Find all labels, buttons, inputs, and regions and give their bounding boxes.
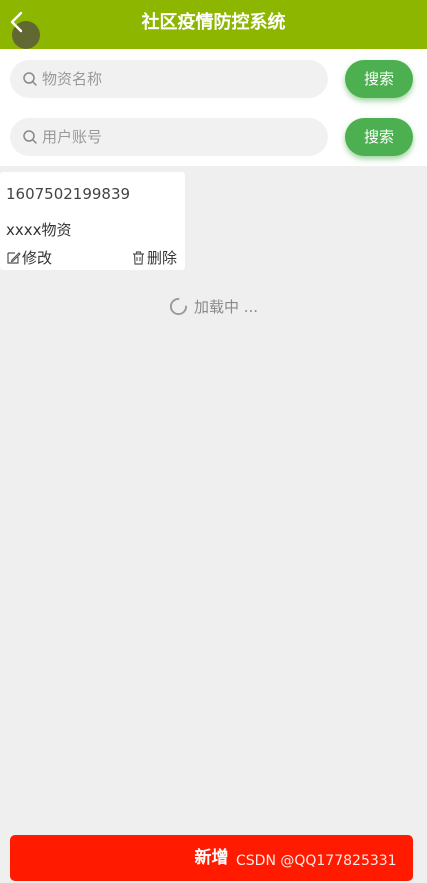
edit-icon bbox=[7, 252, 21, 264]
edit-label: 修改 bbox=[22, 249, 53, 267]
account-search-box bbox=[10, 118, 328, 156]
app-header: 社区疫情防控系统 bbox=[0, 0, 427, 49]
goods-name-search-box bbox=[10, 60, 328, 98]
watermark: CSDN @QQ177825331 bbox=[236, 853, 397, 869]
account-search-input[interactable] bbox=[42, 118, 318, 156]
goods-search-button[interactable]: 搜索 bbox=[345, 60, 413, 98]
loading-text: 加载中 ... bbox=[193, 298, 259, 316]
delete-label: 删除 bbox=[147, 249, 178, 267]
search-icon bbox=[23, 130, 37, 144]
goods-name-search-input[interactable] bbox=[42, 60, 318, 98]
search-icon bbox=[23, 72, 37, 86]
page-title: 社区疫情防控系统 bbox=[141, 12, 286, 33]
account-search-button[interactable]: 搜索 bbox=[345, 118, 413, 156]
list-item[interactable]: 1607502199839 xxxx物资 修改 删除 bbox=[0, 172, 185, 270]
edit-button[interactable]: 修改 bbox=[6, 247, 52, 268]
search-panel: 搜索 搜索 bbox=[0, 49, 427, 166]
loading-indicator: 加载中 ... bbox=[0, 296, 427, 318]
spinner-icon bbox=[169, 297, 188, 316]
delete-button[interactable]: 删除 bbox=[131, 247, 177, 268]
trash-icon bbox=[133, 251, 144, 265]
item-code: 1607502199839 bbox=[6, 185, 131, 203]
item-name: xxxx物资 bbox=[6, 221, 72, 239]
